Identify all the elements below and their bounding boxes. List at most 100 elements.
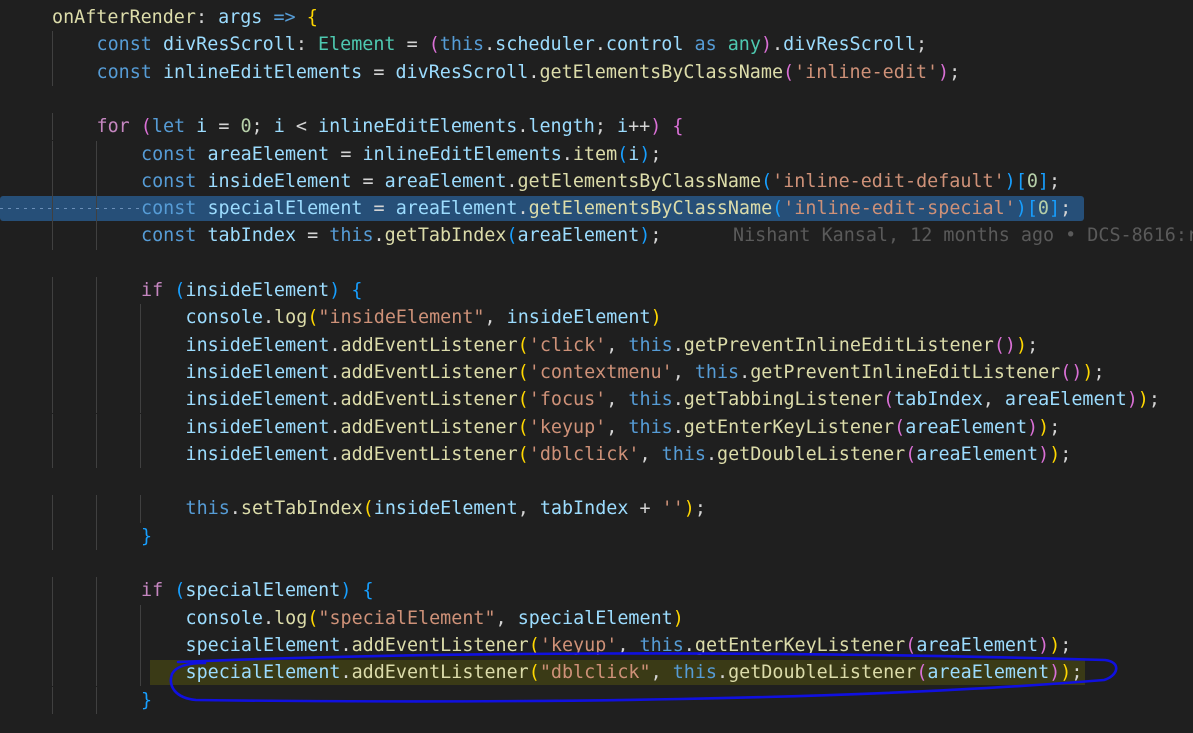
code-token: ) — [650, 116, 662, 138]
code-token: ( — [307, 607, 319, 629]
code-token: { — [306, 7, 318, 28]
code-line[interactable]: if (insideElement) { — [0, 277, 1193, 305]
code-token: addEventListener — [340, 389, 518, 411]
code-token: , — [639, 443, 662, 465]
code-token: ; — [650, 143, 662, 165]
code-token: this — [628, 416, 673, 438]
code-token: '' — [661, 498, 684, 520]
code-line[interactable] — [0, 86, 1193, 113]
code-line[interactable]: } — [0, 686, 1193, 714]
code-token: . — [672, 334, 684, 356]
indent-guide — [52, 522, 53, 550]
code-token: } — [141, 689, 153, 711]
code-line[interactable]: const insideElement = areaElement.getEle… — [0, 167, 1193, 196]
code-token: ( — [362, 498, 374, 520]
code-token: ] — [1037, 170, 1049, 192]
code-token: ( — [140, 116, 152, 138]
code-token: ( — [428, 34, 440, 56]
code-token: . — [705, 443, 718, 465]
code-line[interactable]: this.setTabIndex(insideElement, tabIndex… — [0, 495, 1193, 523]
code-line[interactable] — [0, 250, 1193, 277]
code-line[interactable]: for (let i = 0; i < inlineEditElements.l… — [0, 113, 1193, 141]
indent-guide — [52, 495, 53, 523]
code-token: () — [1060, 361, 1083, 383]
code-token: this — [329, 225, 374, 247]
indent-guide — [96, 659, 97, 687]
code-token: . — [329, 416, 341, 438]
code-line[interactable]: } — [0, 522, 1193, 550]
code-token: . — [329, 361, 341, 383]
code-token: . — [772, 34, 784, 56]
code-token: . — [373, 225, 385, 247]
code-token: ) — [1060, 662, 1072, 684]
code-token: 'inline-edit-special' — [783, 198, 1016, 220]
code-line[interactable]: const divResScroll: Element = (this.sche… — [0, 31, 1193, 59]
code-line[interactable]: const tabIndex = this.getTabIndex(areaEl… — [0, 222, 1193, 250]
code-token: areaElement — [1004, 389, 1127, 411]
code-token: . — [263, 307, 275, 329]
code-token: < — [284, 116, 318, 138]
code-token: as — [694, 34, 717, 56]
code-line[interactable]: insideElement.addEventListener('contextm… — [0, 358, 1193, 387]
code-line[interactable]: insideElement.addEventListener('focus', … — [0, 386, 1193, 414]
code-line[interactable]: if (specialElement) { — [0, 577, 1193, 605]
code-line[interactable]: const areaElement = inlineEditElements.i… — [0, 140, 1193, 168]
code-token: } — [141, 525, 153, 547]
code-token: () — [993, 334, 1016, 356]
code-token: tabIndex — [539, 498, 629, 520]
indent-guide — [140, 440, 141, 469]
code-token: areaElement — [916, 443, 1039, 465]
code-token: this — [439, 34, 485, 56]
code-token: ( — [894, 416, 906, 438]
code-token: ; — [915, 34, 928, 56]
code-line[interactable]: insideElement.addEventListener('dblclick… — [0, 440, 1193, 469]
indent-guide — [140, 659, 141, 687]
code-token: 'dblclick' — [528, 443, 640, 465]
code-token: divResScroll — [162, 34, 296, 56]
code-text: const specialElement = areaElement.getEl… — [141, 195, 1071, 222]
code-token: { — [351, 280, 363, 301]
code-line[interactable]: insideElement.addEventListener('keyup', … — [0, 413, 1193, 441]
code-token: ; — [694, 498, 706, 520]
code-line[interactable]: specialElement.addEventListener('keyup',… — [0, 631, 1193, 660]
code-line[interactable]: insideElement.addEventListener('click', … — [0, 331, 1193, 359]
code-line[interactable]: const inlineEditElements = divResScroll.… — [0, 58, 1193, 86]
code-line[interactable] — [0, 550, 1193, 577]
indent-guide — [140, 413, 141, 441]
code-token: 'click' — [528, 334, 607, 356]
code-token: if — [141, 280, 164, 301]
code-token: areaElement — [517, 225, 640, 247]
code-token: ) — [329, 280, 341, 301]
code-token: getDoubleListener — [728, 662, 917, 684]
code-token: ; — [949, 61, 961, 83]
code-line[interactable]: console.log("insideElement", insideEleme… — [0, 304, 1193, 332]
code-token: getDoubleListener — [717, 443, 906, 465]
code-line[interactable]: console.log("specialElement", specialEle… — [0, 604, 1193, 632]
code-token: this — [672, 662, 718, 684]
code-line[interactable]: specialElement.addEventListener("dblclic… — [0, 659, 1193, 687]
code-token: 'contextmenu' — [528, 361, 673, 383]
code-token: inlineEditElements — [362, 143, 562, 165]
code-editor[interactable]: onAfterRender: args => {const divResScro… — [0, 0, 1193, 733]
code-token: ) — [1049, 662, 1061, 684]
code-token: getEnterKeyListener — [694, 634, 906, 656]
code-text: const insideElement = areaElement.getEle… — [141, 168, 1060, 195]
indent-guide — [52, 631, 53, 660]
code-text: insideElement.addEventListener('keyup', … — [186, 414, 1061, 441]
code-token: : — [195, 7, 219, 28]
code-token: . — [263, 607, 275, 629]
code-token: for — [96, 116, 130, 138]
code-line[interactable]: onAfterRender: args => { — [0, 4, 1193, 31]
code-line[interactable]: const specialElement = areaElement.getEl… — [0, 195, 1193, 223]
code-token: ) — [760, 34, 773, 56]
code-token: . — [672, 389, 684, 411]
indent-guide — [96, 195, 97, 223]
indent-guide — [140, 386, 141, 414]
code-token: ( — [883, 389, 895, 411]
code-token: . — [683, 634, 695, 656]
code-token: if — [141, 580, 164, 602]
code-line[interactable] — [0, 468, 1193, 495]
